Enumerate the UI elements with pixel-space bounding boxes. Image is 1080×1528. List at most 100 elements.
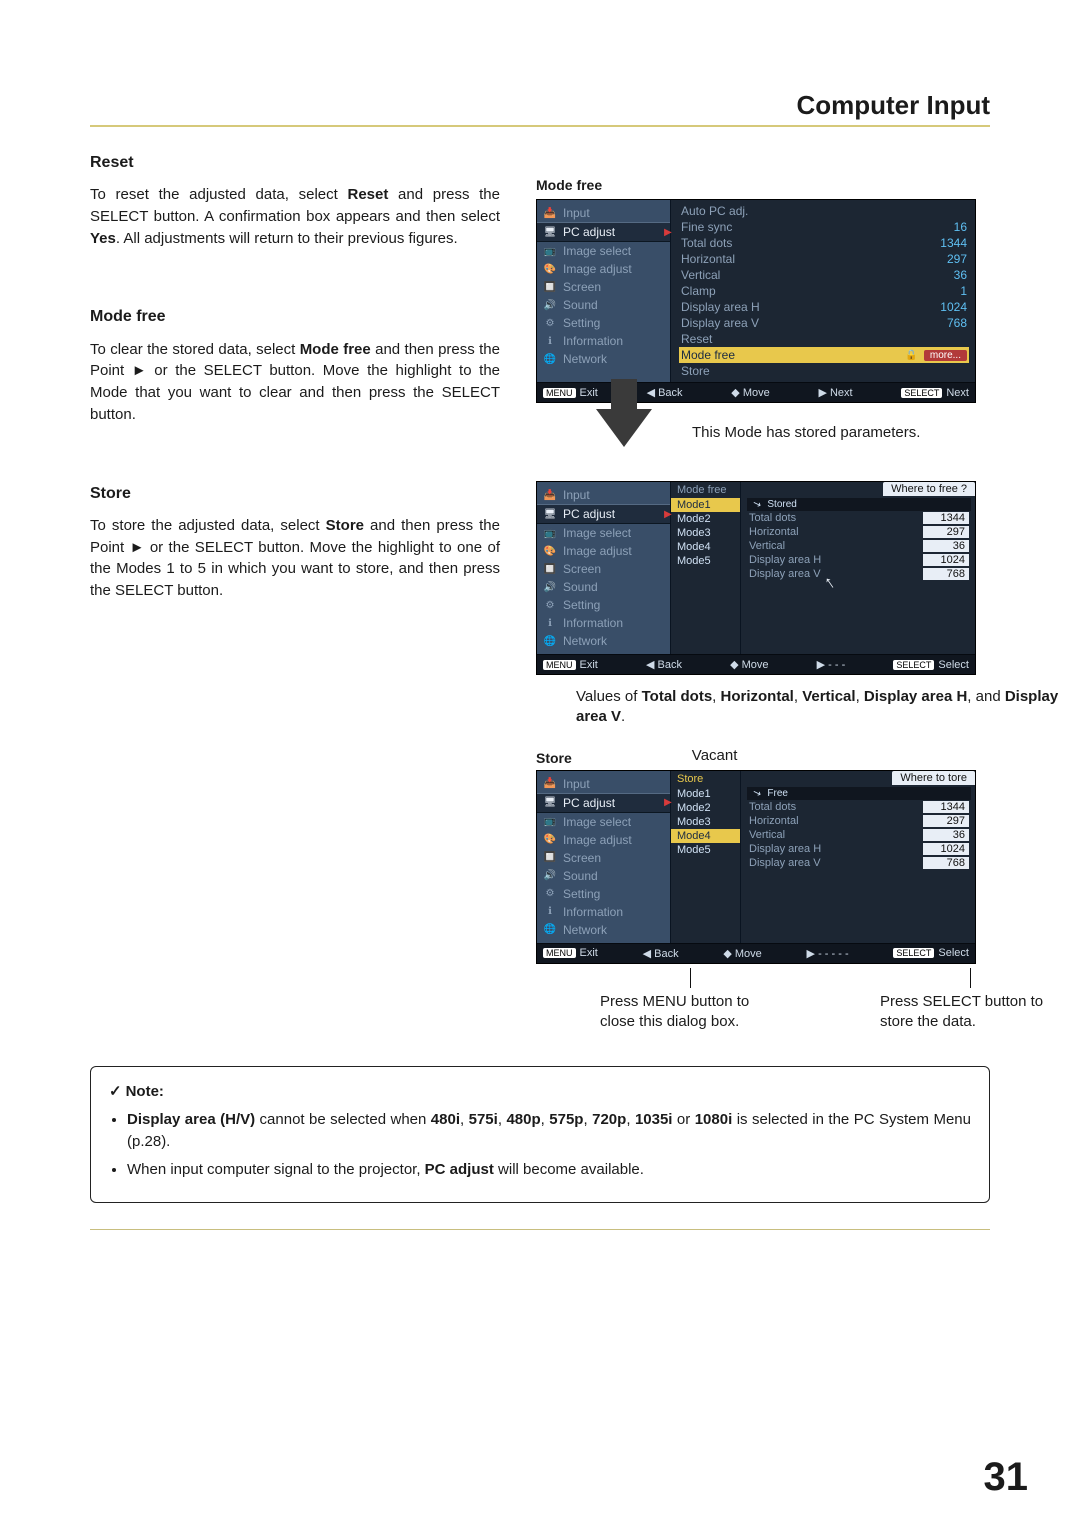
menu-icon: 🌐 xyxy=(543,353,557,365)
osd-side-item[interactable]: 🌐Network xyxy=(537,921,670,939)
osd-side-label: Screen xyxy=(563,851,601,865)
mode-item[interactable]: Mode1 xyxy=(671,787,740,801)
value-number: 36 xyxy=(923,829,969,841)
mode-item[interactable]: Mode4 xyxy=(671,540,740,554)
value-row: Vertical36 xyxy=(747,828,971,842)
text: . All adjustments will return to their p… xyxy=(116,230,458,247)
osd-row-modefree[interactable]: Mode free 🔒 more... xyxy=(679,347,969,363)
osd-row[interactable]: Clamp1 xyxy=(679,283,969,299)
osd-pc-adjust: 📥Input🖥PC adjust📺Image select🎨Image adju… xyxy=(536,199,976,403)
osd-row[interactable]: Display area V768 xyxy=(679,315,969,331)
osd-side-item[interactable]: 🖥PC adjust xyxy=(537,504,670,524)
osd-value: 297 xyxy=(917,252,967,266)
where-header: Where to tore xyxy=(892,771,975,785)
osd-side-item[interactable]: 📥Input xyxy=(537,204,670,222)
osd-store: 📥Input🖥PC adjust📺Image select🎨Image adju… xyxy=(536,770,976,964)
modefree-section: Mode free To clear the stored data, sele… xyxy=(90,305,500,425)
menu-icon: 📥 xyxy=(543,207,557,219)
osd-side-item[interactable]: 📥Input xyxy=(537,775,670,793)
value-row: Vertical36 xyxy=(747,539,971,553)
mode-item[interactable]: Mode1 xyxy=(671,498,740,512)
osd-side-label: Setting xyxy=(563,598,600,612)
osd-side-label: Information xyxy=(563,616,623,630)
value-number: 297 xyxy=(923,526,969,538)
note-item: Display area (H/V) cannot be selected wh… xyxy=(127,1109,971,1153)
osd-row[interactable]: Vertical36 xyxy=(679,267,969,283)
osd-side-item[interactable]: 🖥PC adjust xyxy=(537,222,670,242)
osd-side-item[interactable]: 🔊Sound xyxy=(537,867,670,885)
osd-row[interactable]: Display area H1024 xyxy=(679,299,969,315)
osd-side-item[interactable]: ⚙Setting xyxy=(537,885,670,903)
osd-row[interactable]: Auto PC adj. xyxy=(679,203,969,219)
osd-side-item[interactable]: 📺Image select xyxy=(537,813,670,831)
osd-side-label: Image adjust xyxy=(563,262,632,276)
osd-side-item[interactable]: ℹInformation xyxy=(537,332,670,350)
osd-side-item[interactable]: 🔲Screen xyxy=(537,278,670,296)
value-row: Horizontal297 xyxy=(747,814,971,828)
mode-item[interactable]: Mode5 xyxy=(671,554,740,568)
osd-side-label: Setting xyxy=(563,887,600,901)
mode-item[interactable]: Mode2 xyxy=(671,801,740,815)
osd-side-item[interactable]: 🌐Network xyxy=(537,350,670,368)
mode-item[interactable]: Mode3 xyxy=(671,815,740,829)
menu-icon: 🔲 xyxy=(543,852,557,864)
osd-side-item[interactable]: ℹInformation xyxy=(537,614,670,632)
reset-heading: Reset xyxy=(90,151,500,174)
osd-footer: MENU Exit ◀ Back ◆ Move ▶ - - - - - SELE… xyxy=(537,943,975,963)
osd-side-item[interactable]: ⚙Setting xyxy=(537,314,670,332)
move-label: ◆ Move xyxy=(731,386,769,399)
osd-side-item[interactable]: ℹInformation xyxy=(537,903,670,921)
osd-side-item[interactable]: 🔊Sound xyxy=(537,578,670,596)
osd-side-item[interactable]: 🎨Image adjust xyxy=(537,260,670,278)
osd-row-store[interactable]: Store xyxy=(679,363,969,379)
osd-sidebar: 📥Input🖥PC adjust📺Image select🎨Image adju… xyxy=(537,200,671,382)
osd-row[interactable]: Reset xyxy=(679,331,969,347)
osd-side-label: Network xyxy=(563,634,607,648)
mode-item[interactable]: Mode4 xyxy=(671,829,740,843)
osd-side-label: Input xyxy=(563,777,590,791)
osd-label: Total dots xyxy=(681,236,917,250)
osd-side-item[interactable]: 🎨Image adjust xyxy=(537,542,670,560)
mode-item[interactable]: Mode3 xyxy=(671,526,740,540)
select-next-label: Next xyxy=(946,387,969,399)
value-row: Display area H1024 xyxy=(747,553,971,567)
store-heading: Store xyxy=(90,482,500,505)
osd-label: Fine sync xyxy=(681,220,917,234)
menu-pill: MENU xyxy=(543,948,576,958)
osd-value: 768 xyxy=(917,316,967,330)
mode-item[interactable]: Mode2 xyxy=(671,512,740,526)
osd-side-item[interactable]: 📥Input xyxy=(537,486,670,504)
osd-row[interactable]: Horizontal297 xyxy=(679,251,969,267)
osd-side-label: Information xyxy=(563,905,623,919)
osd-label: Display area V xyxy=(681,316,917,330)
osd-side-item[interactable]: 🌐Network xyxy=(537,632,670,650)
arrow-down-icon xyxy=(536,403,652,481)
osd-side-item[interactable]: 🔲Screen xyxy=(537,560,670,578)
text-bold: Mode free xyxy=(300,341,371,358)
value-label: Total dots xyxy=(749,801,796,813)
store-callouts: Press MENU button to close this dialog b… xyxy=(600,968,1060,1033)
next-label: ▶ - - - - - xyxy=(807,947,849,960)
osd-side-item[interactable]: 📺Image select xyxy=(537,524,670,542)
lock-icon: 🔒 xyxy=(905,350,917,361)
osd-side-label: Sound xyxy=(563,298,598,312)
reset-section: Reset To reset the adjusted data, select… xyxy=(90,151,500,249)
osd-side-item[interactable]: 🎨Image adjust xyxy=(537,831,670,849)
mode-item[interactable]: Mode5 xyxy=(671,843,740,857)
osd-main-pcadjust: Auto PC adj.Fine sync16Total dots1344Hor… xyxy=(671,200,975,382)
note-box: Note: Display area (H/V) cannot be selec… xyxy=(90,1066,990,1203)
osd-value: 36 xyxy=(917,268,967,282)
osd-row[interactable]: Fine sync16 xyxy=(679,219,969,235)
value-number: 768 xyxy=(923,568,969,580)
value-label: Display area V xyxy=(749,568,821,580)
osd-side-item[interactable]: 🖥PC adjust xyxy=(537,793,670,813)
value-row: Total dots1344 xyxy=(747,511,971,525)
store-section: Store To store the adjusted data, select… xyxy=(90,482,500,602)
osd-side-item[interactable]: ⚙Setting xyxy=(537,596,670,614)
osd-row[interactable]: Total dots1344 xyxy=(679,235,969,251)
osd-side-item[interactable]: 🔲 Screen xyxy=(537,849,670,867)
value-number: 1024 xyxy=(923,554,969,566)
page-header: Computer Input xyxy=(90,90,990,127)
osd-side-item[interactable]: 📺Image select xyxy=(537,242,670,260)
osd-side-item[interactable]: 🔊Sound xyxy=(537,296,670,314)
